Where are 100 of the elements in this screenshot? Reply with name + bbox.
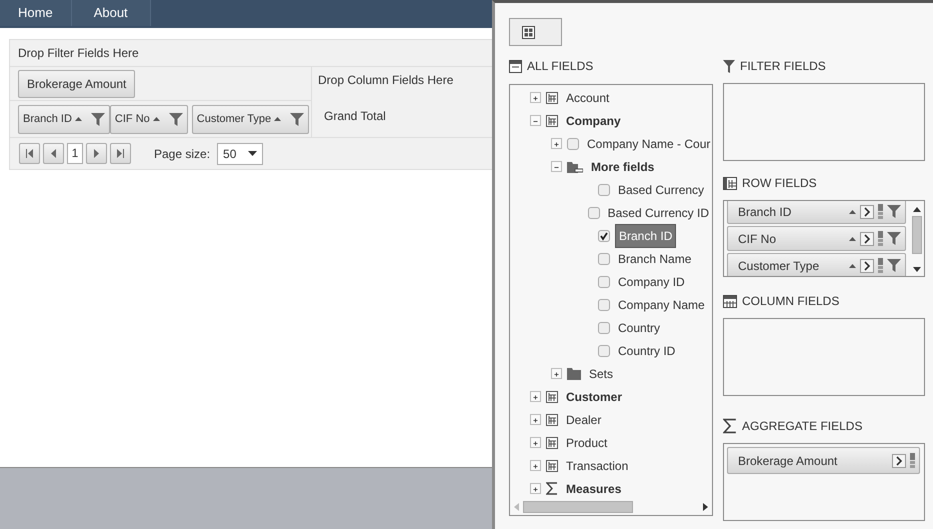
table-icon: [546, 460, 558, 472]
section-heading: COLUMN FIELDS: [742, 293, 840, 310]
sigma-icon: [546, 482, 558, 495]
rows-icon: [723, 176, 737, 190]
sort-ascending-icon[interactable]: [849, 236, 856, 240]
nav-tab[interactable]: Home: [0, 0, 72, 26]
filter-icon[interactable]: [90, 112, 105, 126]
nav-tab[interactable]: About: [72, 0, 151, 26]
table-icon: [546, 114, 558, 126]
tree-item[interactable]: Branch Name: [615, 248, 694, 270]
collapse-icon[interactable]: [530, 115, 541, 126]
sort-ascending-icon[interactable]: [152, 117, 160, 121]
checkbox[interactable]: [598, 276, 610, 288]
tree-item[interactable]: Branch ID: [615, 224, 676, 248]
tree-item[interactable]: Customer: [563, 386, 626, 408]
expand-icon[interactable]: [530, 483, 541, 494]
expand-icon[interactable]: [530, 391, 541, 402]
checkbox[interactable]: [598, 298, 610, 310]
checkbox[interactable]: [588, 206, 600, 218]
section-heading: ROW FIELDS: [742, 175, 817, 192]
tree-item[interactable]: Based Currency ID: [604, 202, 712, 224]
row-field-button[interactable]: CIF No: [110, 104, 188, 134]
row-field-button[interactable]: Customer Type: [192, 104, 310, 134]
collapse-icon[interactable]: [551, 161, 562, 172]
layout-button[interactable]: [509, 18, 562, 46]
field-chip[interactable]: Brokerage Amount: [727, 447, 920, 474]
sort-ascending-icon[interactable]: [274, 117, 282, 121]
checkbox[interactable]: [598, 322, 610, 334]
scroll-down-icon[interactable]: [913, 267, 921, 272]
checkbox[interactable]: [598, 184, 610, 196]
tree-item[interactable]: Account: [563, 86, 612, 108]
expand-icon[interactable]: [551, 368, 562, 379]
caret-icon: [248, 151, 258, 156]
sort-ascending-icon[interactable]: [74, 117, 82, 121]
first-page-button[interactable]: [19, 143, 40, 164]
columns-icon: [723, 294, 737, 308]
expand-icon[interactable]: [551, 138, 562, 149]
scroll-up-icon[interactable]: [913, 207, 921, 212]
section-heading: AGGREGATE FIELDS: [742, 418, 862, 435]
expand-icon[interactable]: [530, 460, 541, 471]
checkbox[interactable]: [598, 344, 610, 356]
tree-item[interactable]: Dealer: [563, 408, 604, 430]
filter-icon: [723, 60, 735, 72]
tree-item[interactable]: Country ID: [615, 340, 678, 362]
sort-ascending-icon[interactable]: [849, 264, 856, 268]
data-field-button[interactable]: Brokerage Amount: [18, 70, 136, 98]
filter-icon[interactable]: [887, 259, 901, 272]
next-page-button[interactable]: [86, 143, 107, 164]
table-icon: [546, 414, 558, 426]
section-heading: FILTER FIELDS: [740, 58, 826, 75]
filter-icon[interactable]: [168, 112, 183, 126]
checkbox[interactable]: [567, 138, 579, 150]
drag-handle-icon[interactable]: [878, 258, 883, 274]
folder-icon: [567, 368, 581, 380]
tree-item[interactable]: Measures: [563, 478, 624, 499]
field-chip[interactable]: CIF No: [727, 226, 906, 251]
grand-total-label: Grand Total: [323, 109, 386, 123]
row-field-button[interactable]: Branch ID: [18, 104, 110, 134]
previous-page-button[interactable]: [43, 143, 64, 164]
tree-item[interactable]: Company Name: [615, 294, 708, 316]
tree-item[interactable]: Company ID: [615, 270, 688, 292]
sigma-icon: [723, 418, 737, 434]
expand-icon[interactable]: [530, 414, 541, 425]
page-size-label: Page size:: [154, 146, 210, 162]
drag-handle-icon[interactable]: [910, 452, 915, 468]
tree-item[interactable]: Country: [615, 316, 664, 338]
filter-icon[interactable]: [887, 205, 901, 218]
table-icon: [546, 436, 558, 448]
table-icon: [546, 390, 558, 402]
page-number-field[interactable]: 1: [67, 143, 83, 164]
filter-icon[interactable]: [887, 232, 901, 245]
tree-item[interactable]: Sets: [586, 362, 616, 384]
previous-icon: [49, 149, 58, 158]
folder-icon: [567, 160, 583, 172]
drag-handle-icon[interactable]: [878, 204, 883, 220]
last-page-icon: [116, 149, 125, 158]
section-heading: ALL FIELDS: [527, 58, 594, 75]
field-chip[interactable]: Customer Type: [727, 253, 906, 276]
grid-icon: [522, 26, 535, 38]
filter-icon[interactable]: [290, 112, 304, 126]
tree-item[interactable]: Based Currency: [615, 178, 708, 200]
page-size-dropdown[interactable]: 50: [217, 142, 264, 164]
expand-icon[interactable]: [530, 437, 541, 448]
checkbox[interactable]: [598, 252, 610, 264]
field-list-icon: [509, 60, 522, 72]
table-icon: [546, 92, 558, 104]
column-drop-zone: Drop Column Fields Here: [317, 72, 454, 89]
tree-item[interactable]: Company Name - Cour: [584, 132, 712, 154]
tree-item[interactable]: Product: [563, 432, 610, 454]
tree-item[interactable]: Company: [563, 110, 624, 132]
drag-handle-icon[interactable]: [878, 230, 883, 246]
first-page-icon: [25, 149, 34, 158]
scroll-right-icon[interactable]: [703, 503, 708, 511]
field-chip[interactable]: Branch ID: [727, 201, 906, 224]
sort-ascending-icon[interactable]: [849, 210, 856, 214]
checkbox[interactable]: [598, 230, 610, 242]
tree-item[interactable]: More fields: [588, 156, 658, 178]
expand-icon[interactable]: [530, 92, 541, 103]
last-page-button[interactable]: [110, 143, 131, 164]
tree-item[interactable]: Transaction: [563, 454, 632, 476]
